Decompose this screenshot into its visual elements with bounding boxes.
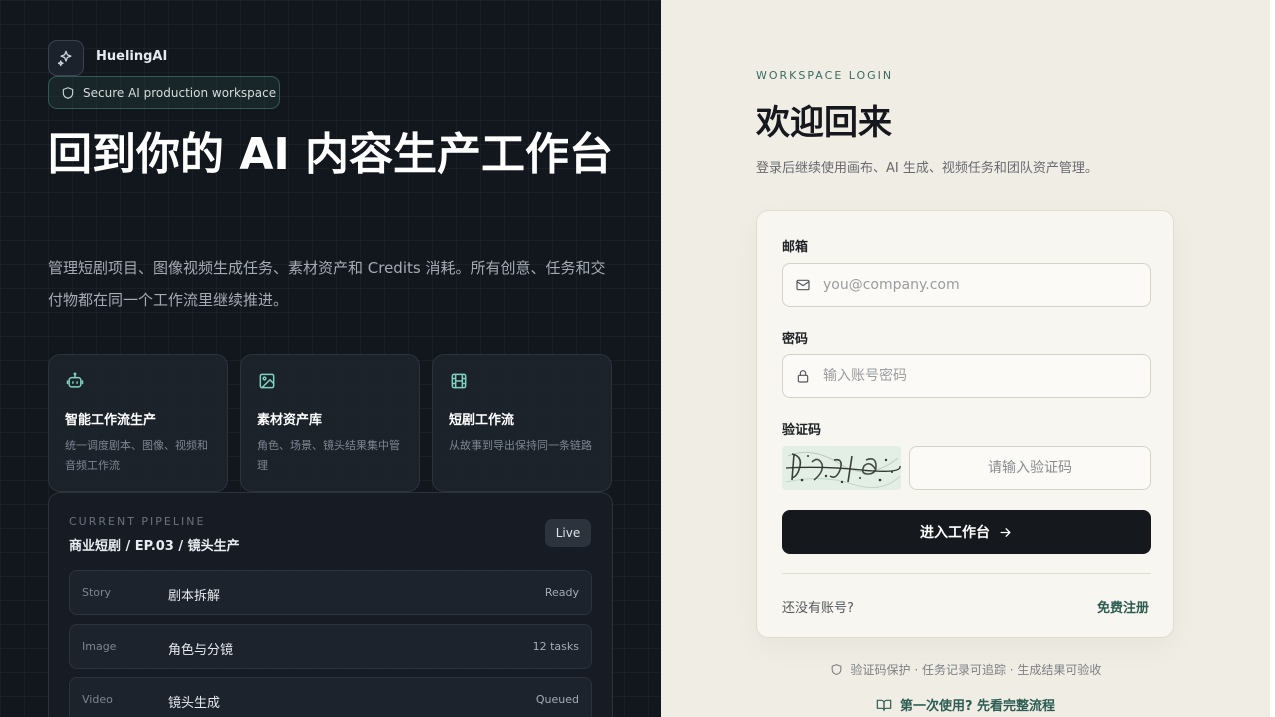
arrow-right-icon bbox=[1000, 527, 1011, 537]
password-field[interactable] bbox=[782, 354, 1151, 398]
captcha-label: 验证码 bbox=[782, 423, 822, 438]
pipeline-status: 12 tasks bbox=[532, 640, 579, 653]
password-input[interactable] bbox=[823, 368, 1143, 384]
login-panel: WORKSPACE LOGIN 欢迎回来 登录后继续使用画布、AI 生成、视频任… bbox=[661, 0, 1270, 717]
enter-workspace-button[interactable]: 进入工作台 bbox=[782, 510, 1151, 554]
first-use-guide-label: 第一次使用? 先看完整流程 bbox=[899, 699, 1056, 714]
pipeline-status: Queued bbox=[535, 693, 579, 706]
shield-icon bbox=[831, 664, 841, 675]
feature-title: 素材资产库 bbox=[257, 413, 323, 428]
brand-name: HuelingAI bbox=[96, 49, 168, 64]
live-badge: Live bbox=[545, 519, 591, 547]
security-note: 验证码保护 · 任务记录可追踪 · 生成结果可验收 bbox=[661, 661, 1270, 678]
pipeline-task: 角色与分镜 bbox=[168, 643, 234, 658]
feature-description: 统一调度剧本、图像、视频和音频工作流 bbox=[65, 439, 208, 472]
sparkles-icon bbox=[48, 40, 84, 76]
current-pipeline-card: CURRENT PIPELINE 商业短剧 / EP.03 / 镜头生产 Liv… bbox=[48, 492, 613, 717]
secure-badge: Secure AI production workspace bbox=[48, 76, 280, 109]
feature-card-workflow: 智能工作流生产 统一调度剧本、图像、视频和音频工作流 bbox=[48, 354, 228, 492]
enter-workspace-label: 进入工作台 bbox=[920, 525, 990, 541]
feature-title: 智能工作流生产 bbox=[65, 413, 157, 428]
login-subtitle: 登录后继续使用画布、AI 生成、视频任务和团队资产管理。 bbox=[756, 161, 1098, 176]
pipeline-row[interactable]: Story 剧本拆解 Ready bbox=[69, 570, 592, 615]
register-link[interactable]: 免费注册 bbox=[1097, 597, 1149, 616]
pipeline-title: 商业短剧 / EP.03 / 镜头生产 bbox=[69, 539, 240, 554]
robot-icon bbox=[66, 372, 84, 388]
shield-icon bbox=[62, 86, 74, 99]
password-label: 密码 bbox=[782, 332, 809, 347]
feature-card-drama: 短剧工作流 从故事到导出保持同一条链路 bbox=[432, 354, 612, 492]
hero-title: 回到你的 AI 内容生产工作台 bbox=[48, 129, 614, 180]
hero-description: 管理短剧项目、图像视频生成任务、素材资产和 Credits 消耗。所有创意、任务… bbox=[48, 259, 606, 309]
pipeline-label: CURRENT PIPELINE bbox=[69, 515, 206, 528]
film-icon bbox=[451, 373, 467, 389]
lock-icon bbox=[797, 370, 809, 383]
secure-badge-label: Secure AI production workspace bbox=[83, 85, 277, 100]
first-use-guide-link[interactable]: 第一次使用? 先看完整流程 bbox=[661, 695, 1270, 714]
email-label: 邮箱 bbox=[782, 240, 809, 255]
form-divider bbox=[782, 573, 1151, 574]
feature-card-assets: 素材资产库 角色、场景、镜头结果集中管理 bbox=[240, 354, 420, 492]
login-eyebrow: WORKSPACE LOGIN bbox=[756, 69, 894, 82]
captcha-input[interactable] bbox=[910, 447, 1150, 489]
login-title: 欢迎回来 bbox=[756, 103, 892, 143]
feature-description: 从故事到导出保持同一条链路 bbox=[449, 439, 592, 452]
email-input[interactable] bbox=[823, 277, 1143, 293]
feature-description: 角色、场景、镜头结果集中管理 bbox=[257, 439, 400, 472]
left-panel: HuelingAI Secure AI production workspace… bbox=[0, 0, 661, 717]
book-open-icon bbox=[876, 699, 892, 711]
pipeline-stage: Image bbox=[82, 640, 117, 653]
login-form: 邮箱 密码 验证码 bbox=[756, 210, 1174, 638]
image-icon bbox=[259, 373, 275, 389]
pipeline-row[interactable]: Image 角色与分镜 12 tasks bbox=[69, 624, 592, 669]
feature-title: 短剧工作流 bbox=[449, 413, 515, 428]
pipeline-stage: Story bbox=[82, 586, 112, 599]
captcha-field[interactable] bbox=[909, 446, 1151, 490]
pipeline-task: 剧本拆解 bbox=[168, 589, 221, 604]
pipeline-status: Ready bbox=[544, 586, 579, 599]
pipeline-stage: Video bbox=[82, 693, 113, 706]
window-edge bbox=[1270, 0, 1275, 717]
mail-icon bbox=[796, 279, 810, 291]
captcha-image[interactable] bbox=[782, 446, 901, 490]
no-account-text: 还没有账号? bbox=[782, 601, 854, 616]
pipeline-row[interactable]: Video 镜头生成 Queued bbox=[69, 677, 592, 717]
email-field[interactable] bbox=[782, 263, 1151, 307]
pipeline-task: 镜头生成 bbox=[168, 696, 221, 711]
security-note-text: 验证码保护 · 任务记录可追踪 · 生成结果可验收 bbox=[850, 663, 1102, 677]
